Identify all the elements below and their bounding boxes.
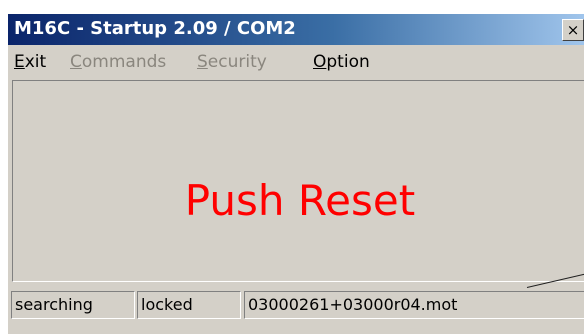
- menu-security-label: ecurity: [207, 52, 267, 72]
- menu-exit-mnemonic: E: [14, 52, 25, 72]
- menu-commands[interactable]: Commands: [70, 52, 166, 72]
- title-bar[interactable]: M16C - Startup 2.09 / COM2 ×: [8, 14, 584, 45]
- menu-option[interactable]: Option: [313, 52, 370, 72]
- status-lock: locked: [137, 291, 241, 319]
- main-panel: Push Reset: [12, 80, 584, 282]
- menu-option-mnemonic: O: [313, 52, 327, 72]
- menu-bar: Exit Commands Security Option: [8, 48, 584, 76]
- menu-option-label: ption: [326, 52, 370, 72]
- push-reset-message: Push Reset: [184, 176, 416, 225]
- menu-security-mnemonic: S: [197, 52, 208, 72]
- close-button[interactable]: ×: [562, 19, 584, 41]
- menu-security[interactable]: Security: [197, 52, 267, 72]
- menu-exit[interactable]: Exit: [14, 52, 46, 72]
- menu-commands-mnemonic: C: [70, 52, 82, 72]
- window-title: M16C - Startup 2.09 / COM2: [14, 18, 296, 39]
- menu-exit-label: xit: [24, 52, 47, 72]
- app-window: M16C - Startup 2.09 / COM2 × Exit Comman…: [7, 13, 584, 334]
- status-file: 03000261+03000r04.mot: [244, 291, 584, 319]
- status-bar: searching locked 03000261+03000r04.mot: [8, 291, 584, 321]
- status-state: searching: [11, 291, 135, 319]
- menu-commands-label: ommands: [81, 52, 167, 72]
- close-icon: ×: [566, 21, 580, 39]
